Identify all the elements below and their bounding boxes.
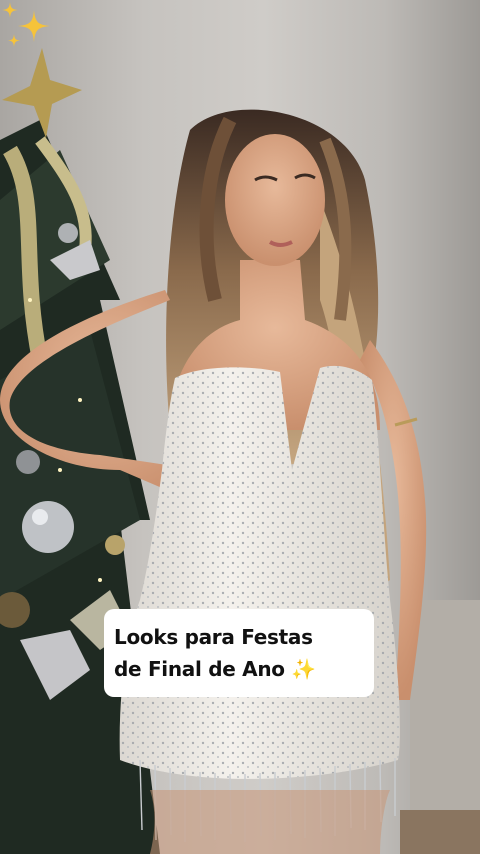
caption-card: Looks para Festas de Final de Ano ✨ [104,609,374,697]
sparkles-icon [2,2,50,47]
photo-scene: Looks para Festas de Final de Ano ✨ [0,0,480,854]
caption-line-2: de Final de Ano ✨ [114,657,316,681]
caption-line-1: Looks para Festas [114,625,313,649]
photo-illustration [0,48,480,854]
